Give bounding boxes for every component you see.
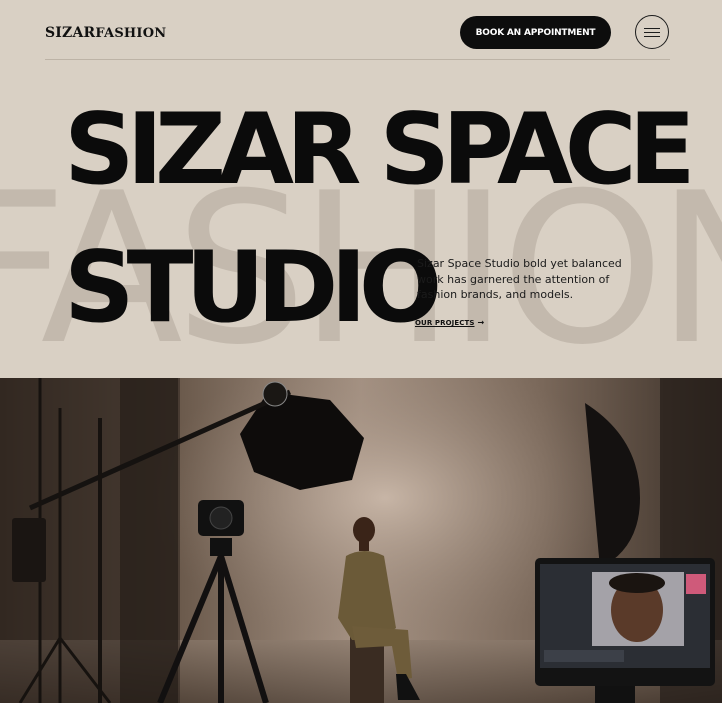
hamburger-icon bbox=[644, 27, 660, 29]
logo-suffix: FASHION bbox=[95, 26, 167, 41]
logo-prefix: SIZAR bbox=[45, 25, 96, 41]
our-projects-label: OUR PROJECTS bbox=[415, 319, 475, 327]
hero-section: FASHION SIZAR SPACE STUDIO Sizar Space S… bbox=[0, 62, 722, 378]
hero-title-line-2: STUDIO bbox=[64, 231, 442, 345]
hamburger-icon-line bbox=[644, 35, 660, 37]
site-header: SIZARFASHION BOOK AN APPOINTMENT bbox=[0, 0, 722, 62]
brand-logo[interactable]: SIZARFASHION bbox=[45, 25, 166, 41]
header-divider bbox=[45, 59, 670, 60]
book-appointment-button[interactable]: BOOK AN APPOINTMENT bbox=[460, 16, 611, 49]
hamburger-icon-line bbox=[644, 31, 660, 33]
menu-button[interactable] bbox=[635, 15, 669, 49]
hero-title-line-1: SIZAR SPACE bbox=[64, 93, 696, 207]
studio-photo bbox=[0, 378, 722, 703]
hero-description: Sizar Space Studio bold yet balanced wor… bbox=[417, 257, 622, 301]
our-projects-link[interactable]: OUR PROJECTS → bbox=[415, 318, 484, 327]
arrow-right-icon: → bbox=[477, 318, 485, 327]
